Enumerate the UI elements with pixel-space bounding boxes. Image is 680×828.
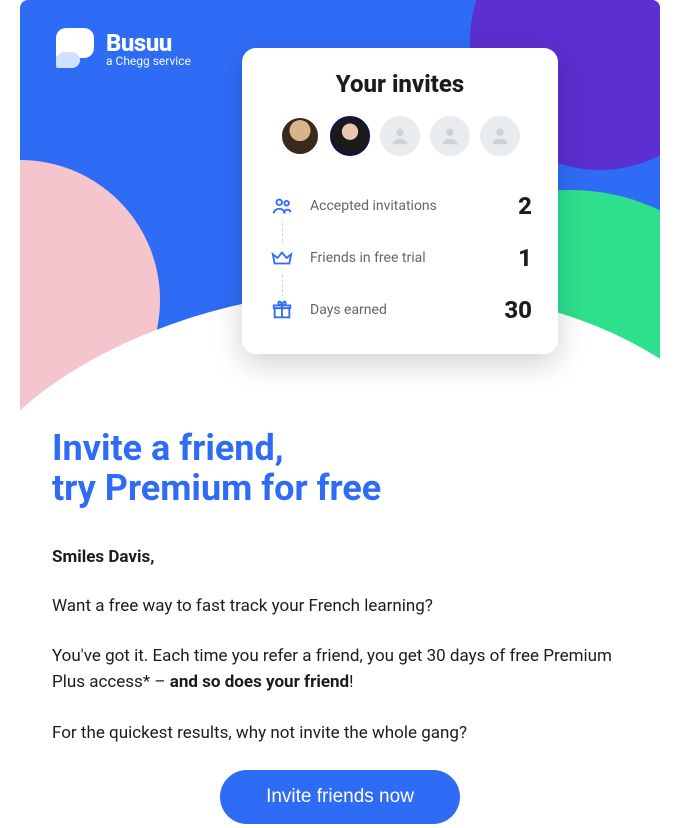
text: !	[349, 672, 353, 692]
stat-label: Days earned	[310, 302, 504, 318]
people-icon	[268, 192, 296, 220]
logo-tagline: a Chegg service	[106, 54, 191, 68]
invite-friends-button[interactable]: Invite friends now	[220, 770, 460, 824]
headline: Invite a friend, try Premium for free	[52, 428, 628, 509]
card-title: Your invites	[268, 70, 532, 98]
invites-card: Your invites Accep	[242, 48, 558, 354]
stat-row-days: Days earned 30	[268, 284, 532, 336]
stats-list: Accepted invitations 2 Friends in free t…	[268, 180, 532, 336]
stat-row-accepted: Accepted invitations 2	[268, 180, 532, 232]
avatar	[330, 116, 370, 156]
stat-label: Accepted invitations	[310, 198, 518, 214]
paragraph: For the quickest results, why not invite…	[52, 720, 628, 746]
stat-label: Friends in free trial	[310, 250, 518, 266]
avatar-placeholder	[480, 116, 520, 156]
avatar-placeholder	[380, 116, 420, 156]
greeting: Smiles Davis,	[52, 547, 628, 567]
content: Invite a friend, try Premium for free Sm…	[20, 410, 660, 824]
avatar-row	[268, 116, 532, 156]
stat-value: 2	[518, 192, 532, 220]
text-bold: and so does your friend	[170, 672, 349, 692]
logo-brand: Busuu	[106, 29, 191, 57]
avatar	[280, 116, 320, 156]
avatar-placeholder	[430, 116, 470, 156]
stat-value: 1	[518, 244, 532, 272]
logo: Busuu a Chegg service	[56, 28, 191, 68]
logo-icon	[56, 28, 96, 68]
hero: Busuu a Chegg service Your invites	[20, 0, 660, 410]
paragraph: Want a free way to fast track your Frenc…	[52, 593, 628, 619]
crown-icon	[268, 244, 296, 272]
stat-value: 30	[504, 296, 532, 324]
gift-icon	[268, 296, 296, 324]
stat-row-trial: Friends in free trial 1	[268, 232, 532, 284]
paragraph: You've got it. Each time you refer a fri…	[52, 643, 628, 696]
